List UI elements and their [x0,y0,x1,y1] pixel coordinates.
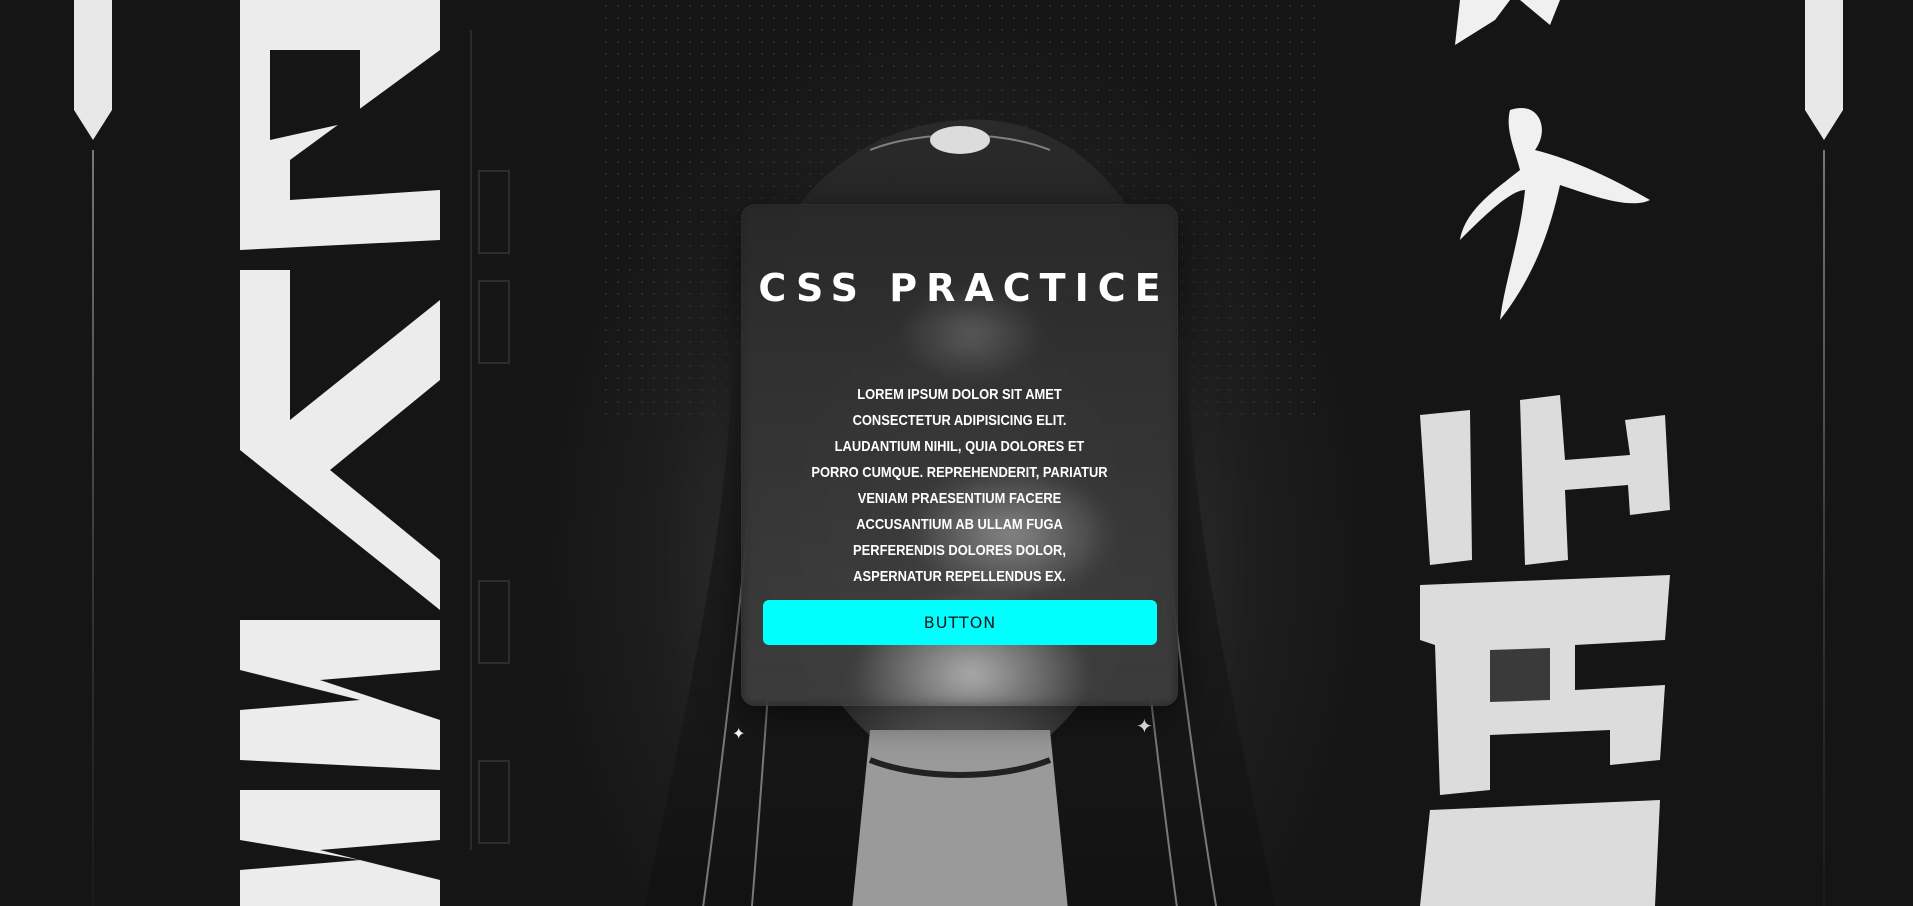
left-pillar-line [92,150,94,906]
card-title: CSS PRACTICE [758,266,1170,310]
sparkle-icon: ✦ [732,724,746,743]
page-background: ✦ ✦ CSS PRACTICE Lorem ipsum dolor sit a… [0,0,1913,906]
right-pillar-line [1823,150,1825,906]
card-button[interactable]: BUTTON [763,600,1157,645]
background-brush-strokes-right [1420,0,1670,906]
left-pillar-icon [74,0,112,140]
right-pillar-icon [1805,0,1843,140]
deco-rect [478,170,510,254]
deco-rect [478,580,510,664]
glass-card: CSS PRACTICE Lorem ipsum dolor sit amet … [741,204,1178,706]
deco-rect [478,760,510,844]
card-body-text: Lorem ipsum dolor sit amet consectetur a… [811,386,1108,585]
sparkle-icon: ✦ [1136,714,1153,738]
deco-rect [478,280,510,364]
frame-line [470,30,512,850]
